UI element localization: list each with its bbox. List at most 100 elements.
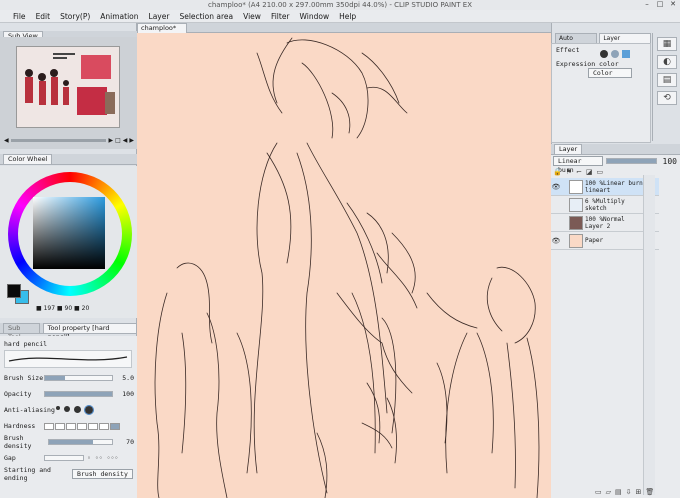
new-folder-icon[interactable]: ▤ — [615, 488, 622, 496]
new-vector-layer-icon[interactable]: ▱ — [606, 488, 611, 496]
border-effect-icon[interactable] — [600, 50, 608, 58]
blend-mode-dropdown[interactable]: Linear burn — [553, 156, 603, 174]
layer-opacity-slider[interactable] — [606, 158, 657, 164]
colorwheel-tabbar: Color Wheel — [0, 154, 137, 165]
gap-slider[interactable] — [44, 455, 84, 461]
hardness-row: Hardness — [4, 420, 134, 432]
reference-image[interactable] — [16, 46, 120, 128]
navigator-icon[interactable]: ▦ — [657, 37, 677, 51]
delete-layer-icon[interactable]: 🗑 — [645, 488, 654, 496]
brush-size-value: 5.0 — [122, 374, 134, 382]
opacity-label: Opacity — [4, 390, 32, 398]
menu-help[interactable]: Help — [334, 10, 361, 23]
layer-tabbar: Layer — [551, 144, 680, 155]
layer-panel: Layer Linear burn 100 🔒 ⚑ ⌐ ◪ ▭ 👁 100 %L… — [551, 144, 680, 498]
brush-size-slider[interactable] — [44, 375, 113, 381]
merge-icon[interactable]: ⊞ — [636, 488, 642, 496]
tab-layer-property[interactable]: Layer Property — [599, 33, 651, 51]
expression-color-label: Expression color — [556, 60, 619, 68]
saturation-value-square[interactable] — [33, 197, 105, 269]
clip-icon[interactable]: ⌐ — [576, 168, 582, 177]
subview-panel: ◀ ▶ □ ◀ ▶ — [0, 37, 137, 149]
transfer-down-icon[interactable]: ⇩ — [626, 488, 632, 496]
blend-row: Linear burn 100 — [553, 156, 677, 174]
tab-layer[interactable]: Layer — [554, 144, 583, 154]
opacity-slider[interactable] — [44, 391, 113, 397]
lock-icon[interactable]: 🔒 — [553, 168, 562, 177]
brush-density-fill — [49, 440, 94, 444]
zoom-out-icon[interactable]: ◀ — [4, 137, 9, 144]
layer-bottom-toolbar: ▭ ▱ ▤ ⇩ ⊞ 🗑 — [551, 486, 680, 498]
aa-medium-option[interactable] — [74, 406, 81, 413]
prev-image-icon[interactable]: ◀ — [123, 137, 128, 144]
brush-density-slider[interactable] — [48, 439, 113, 445]
opacity-fill — [45, 392, 112, 396]
new-raster-layer-icon[interactable]: ▭ — [595, 488, 602, 496]
tool-name: hard pencil — [4, 340, 48, 348]
menu-file[interactable]: File — [8, 10, 31, 23]
hardness-label: Hardness — [4, 422, 36, 430]
tone-effect-icon[interactable] — [611, 50, 619, 58]
gap-options-icon[interactable]: ◦ ◦◦ ◦◦◦ — [87, 454, 118, 462]
brush-density-label: Brush density — [4, 434, 32, 450]
drawing-canvas[interactable] — [137, 33, 551, 498]
ruler-icon[interactable]: ▭ — [597, 168, 604, 177]
aa-strong-option[interactable] — [84, 405, 94, 415]
maximize-button[interactable]: □ — [655, 0, 665, 8]
minimize-button[interactable]: – — [642, 0, 652, 8]
history-icon[interactable]: ⟲ — [657, 91, 677, 105]
aa-none-option[interactable] — [56, 406, 60, 410]
next-image-icon[interactable]: ▶ — [129, 137, 134, 144]
layer-thumbnail — [569, 197, 583, 212]
opacity-row: Opacity 100 — [4, 388, 134, 400]
menu-layer[interactable]: Layer — [144, 10, 175, 23]
materials-icon[interactable]: ▤ — [657, 73, 677, 87]
starting-ending-dropdown[interactable]: Brush density — [72, 469, 133, 479]
expression-color-dropdown[interactable]: Color — [588, 68, 632, 78]
effect-buttons — [600, 50, 630, 58]
reference-layer-icon[interactable]: ⚑ — [566, 168, 572, 177]
aa-weak-option[interactable] — [64, 406, 70, 412]
starting-ending-row: Starting and ending Brush density — [4, 466, 134, 482]
color-readout: ■ 197 ■ 90 ■ 20 — [0, 302, 137, 314]
menu-filter[interactable]: Filter — [266, 10, 295, 23]
hardness-steps[interactable] — [44, 422, 120, 430]
zoom-in-icon[interactable]: ▶ — [108, 137, 113, 144]
tool-name-row: hard pencil — [4, 338, 134, 350]
layer-label: Paper — [585, 237, 604, 244]
tab-sub-tool[interactable]: Sub Tool — [3, 323, 40, 341]
layer-mask-icon[interactable]: ◪ — [586, 168, 593, 177]
menu-story[interactable]: Story(P) — [55, 10, 95, 23]
brush-density-value: 70 — [126, 438, 134, 446]
brush-density-row: Brush density 70 — [4, 434, 134, 450]
menu-view[interactable]: View — [238, 10, 266, 23]
gap-label: Gap — [4, 454, 16, 462]
menu-window[interactable]: Window — [295, 10, 335, 23]
menu-edit[interactable]: Edit — [31, 10, 56, 23]
zoom-slider[interactable] — [10, 138, 107, 142]
menu-animation[interactable]: Animation — [95, 10, 143, 23]
layer-scrollbar[interactable] — [643, 175, 655, 495]
tab-tool-property[interactable]: Tool property [hard pencil] — [42, 323, 137, 341]
brush-size-fill — [45, 376, 66, 380]
anti-aliasing-row: Anti-aliasing — [4, 404, 134, 416]
menu-selection-area[interactable]: Selection area — [174, 10, 238, 23]
layer-thumbnail — [569, 233, 583, 248]
right-tabbar: Auto Action Layer Property — [551, 33, 651, 51]
gap-row: Gap ◦ ◦◦ ◦◦◦ — [4, 452, 134, 464]
layer-tool-row: 🔒 ⚑ ⌐ ◪ ▭ — [553, 168, 677, 177]
layer-color-icon[interactable] — [622, 50, 630, 58]
visibility-eye-icon[interactable]: 👁 — [551, 183, 561, 191]
hsv-readout: ■ 197 ■ 90 ■ 20 — [36, 304, 90, 312]
brush-size-label: Brush Size — [4, 374, 44, 382]
fit-icon[interactable]: □ — [115, 137, 121, 144]
tab-auto-action[interactable]: Auto Action — [555, 33, 598, 51]
starting-ending-label: Starting and ending — [4, 466, 51, 482]
document-tab[interactable]: champloo* — [137, 23, 188, 33]
visibility-eye-icon[interactable]: 👁 — [551, 237, 561, 245]
layer-label: 100 %Normal Layer 2 — [585, 215, 625, 230]
tab-color-wheel[interactable]: Color Wheel — [3, 154, 53, 164]
tone-icon[interactable]: ◐ — [657, 55, 677, 69]
close-button[interactable]: ✕ — [668, 0, 678, 8]
main-color-swatch[interactable] — [7, 284, 21, 298]
